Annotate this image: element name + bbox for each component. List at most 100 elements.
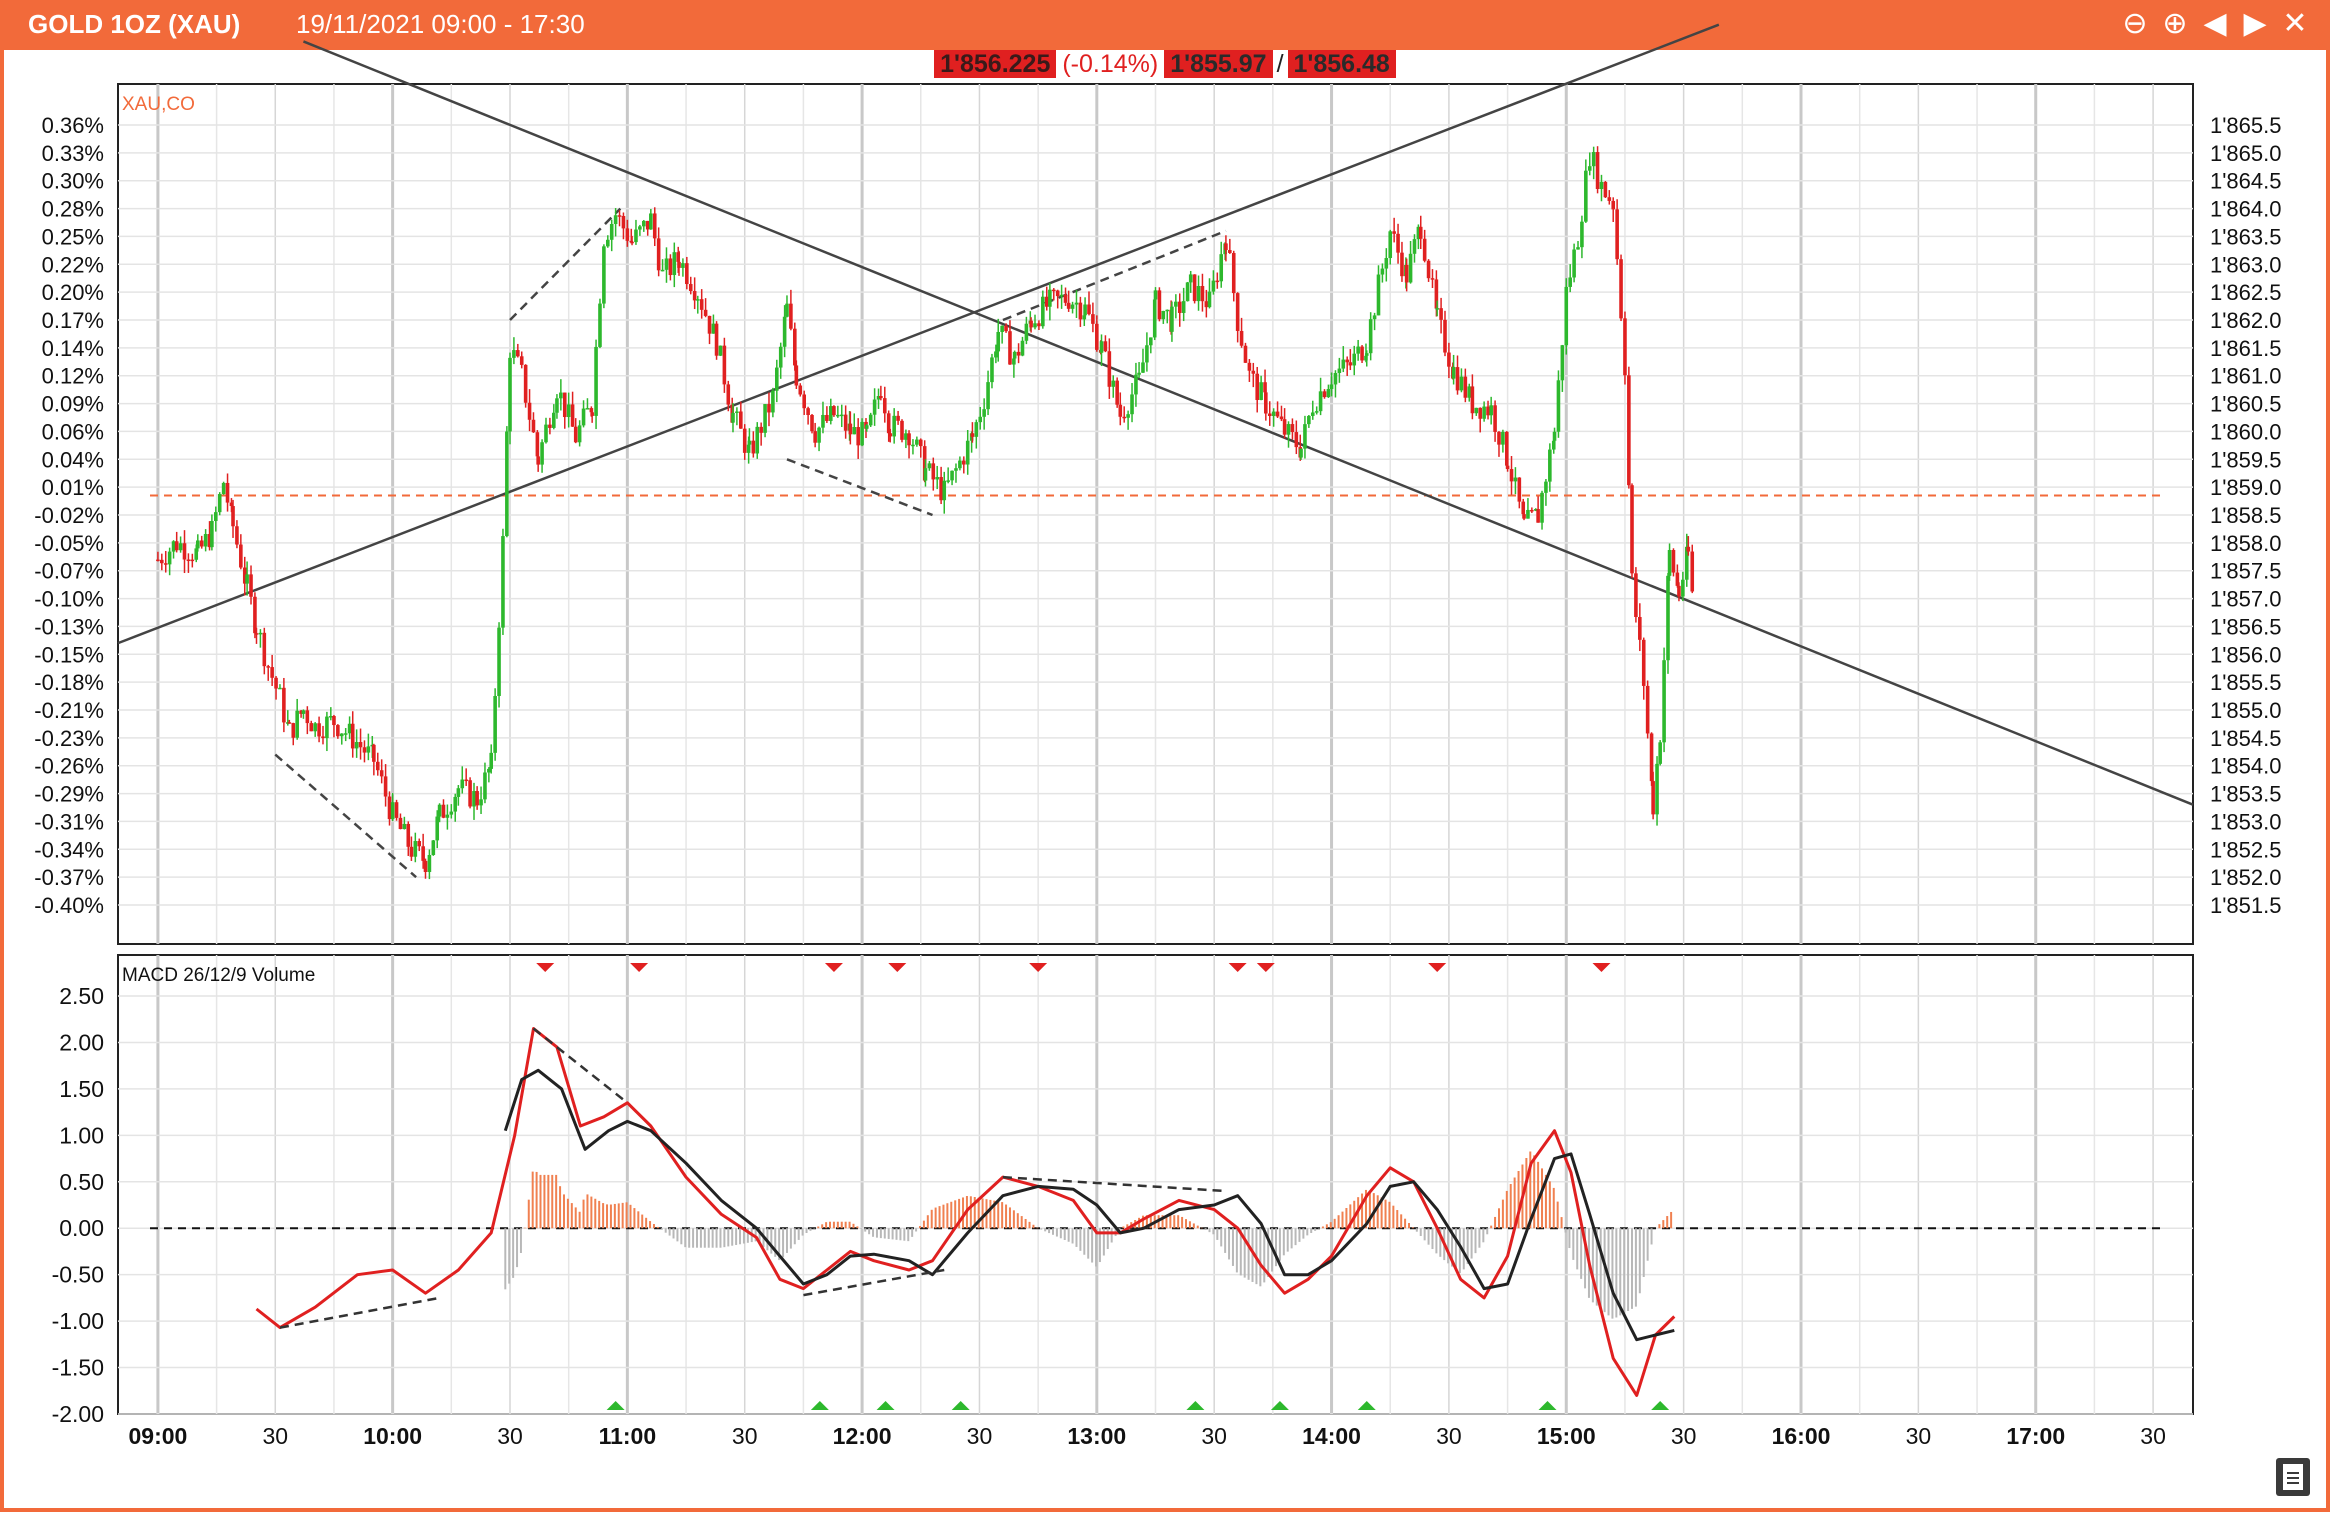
candle-body — [387, 796, 392, 820]
candle-body — [625, 228, 630, 241]
candle-body — [231, 506, 235, 527]
candle-body — [1008, 331, 1012, 365]
document-icon[interactable] — [2276, 1458, 2310, 1496]
candle-body — [163, 563, 168, 565]
candle-body — [489, 752, 494, 769]
percent-axis-tick: -0.15% — [34, 642, 104, 667]
candle-body — [1044, 296, 1049, 307]
price-axis-tick: 1'855.0 — [2210, 698, 2282, 723]
candle-body — [852, 427, 857, 435]
candle-body — [864, 425, 869, 429]
price-legend: XAU,CO — [122, 94, 195, 115]
candle-body — [759, 426, 763, 433]
price-axis-tick: 1'857.0 — [2210, 587, 2282, 612]
candle-body — [896, 415, 900, 421]
candle-body — [1282, 419, 1287, 435]
candle-body — [1170, 306, 1174, 332]
candle-body — [1599, 181, 1604, 190]
candle-body — [1126, 414, 1130, 418]
candle-body — [235, 526, 239, 545]
candle-body — [649, 213, 653, 230]
candle-body — [171, 541, 176, 552]
candle-body — [782, 316, 787, 347]
candle-body — [1286, 424, 1291, 435]
candle-body — [664, 258, 669, 270]
time-axis-tick: 30 — [1436, 1423, 1462, 1449]
price-axis-tick: 1'852.0 — [2210, 865, 2282, 890]
candle-body — [1326, 388, 1331, 398]
candle-body — [1020, 340, 1025, 356]
candle-body — [1658, 742, 1662, 764]
candle-body — [1037, 323, 1041, 327]
candle-body — [548, 424, 552, 428]
macd-legend: MACD 26/12/9 Volume — [122, 965, 315, 986]
candle-body — [1145, 345, 1149, 363]
candle-body — [656, 238, 661, 271]
candle-body — [1645, 685, 1650, 734]
candle-body — [413, 841, 418, 857]
candle-body — [1181, 301, 1186, 313]
candle-body — [483, 772, 487, 800]
candle-body — [1243, 345, 1248, 363]
candle-body — [1489, 405, 1493, 416]
candle-body — [590, 412, 594, 416]
candle-body — [217, 494, 222, 513]
macd-axis-tick: -1.00 — [52, 1308, 104, 1334]
candle-body — [221, 482, 226, 495]
time-axis-tick: 12:00 — [833, 1423, 892, 1449]
candle-body — [1677, 585, 1681, 597]
candle-body — [394, 802, 399, 818]
candle-body — [427, 854, 432, 872]
candle-body — [594, 346, 598, 416]
candle-body — [1107, 351, 1112, 387]
candle-body — [1568, 277, 1572, 287]
candle-body — [508, 357, 512, 432]
percent-axis-tick: 0.06% — [42, 419, 104, 444]
candle-body — [950, 470, 954, 481]
percent-axis-tick: 0.28% — [42, 197, 104, 222]
macd-axis-tick: -1.50 — [52, 1355, 104, 1381]
candle-body — [321, 736, 325, 739]
price-axis-tick: 1'863.5 — [2210, 224, 2282, 249]
candle-body — [1576, 247, 1580, 250]
candle-body — [1083, 304, 1087, 316]
candle-body — [832, 406, 836, 416]
candle-body — [1122, 416, 1127, 419]
time-axis-tick: 13:00 — [1067, 1423, 1126, 1449]
time-axis-tick: 09:00 — [128, 1423, 187, 1449]
candle-body — [402, 823, 407, 830]
candle-body — [358, 742, 363, 748]
candle-body — [843, 414, 848, 431]
candle-body — [1384, 258, 1389, 269]
percent-axis-tick: -0.23% — [34, 726, 104, 751]
candle-body — [540, 442, 544, 465]
candle-body — [1033, 323, 1037, 328]
candle-body — [581, 408, 586, 426]
candle-body — [942, 480, 947, 501]
candle-body — [274, 677, 278, 689]
candle-body — [291, 723, 296, 738]
time-axis-tick: 30 — [497, 1423, 523, 1449]
price-axis-tick: 1'861.0 — [2210, 364, 2282, 389]
candle-body — [559, 392, 563, 399]
candle-body — [1239, 330, 1244, 346]
candle-body — [519, 356, 524, 365]
candle-body — [350, 723, 355, 749]
candle-body — [536, 456, 540, 465]
candle-body — [1070, 304, 1075, 309]
candle-body — [421, 846, 425, 861]
candle-body — [1418, 226, 1423, 239]
candle-body — [1611, 200, 1616, 210]
candle-body — [1348, 362, 1353, 366]
charts-svg[interactable]: 1'865.5 1'865.0 1'864.5 1'864.01'863.5 1'863… — [0, 0, 2330, 1518]
candle-body — [1690, 551, 1695, 592]
candle-body — [1540, 492, 1544, 523]
candle-body — [1095, 323, 1099, 350]
candle-body — [1634, 573, 1638, 617]
candle-body — [1638, 616, 1642, 640]
candle-body — [915, 439, 919, 445]
candle-body — [1247, 362, 1252, 371]
candle-body — [1307, 415, 1311, 425]
candle-body — [449, 811, 454, 815]
candle-body — [1584, 170, 1588, 222]
